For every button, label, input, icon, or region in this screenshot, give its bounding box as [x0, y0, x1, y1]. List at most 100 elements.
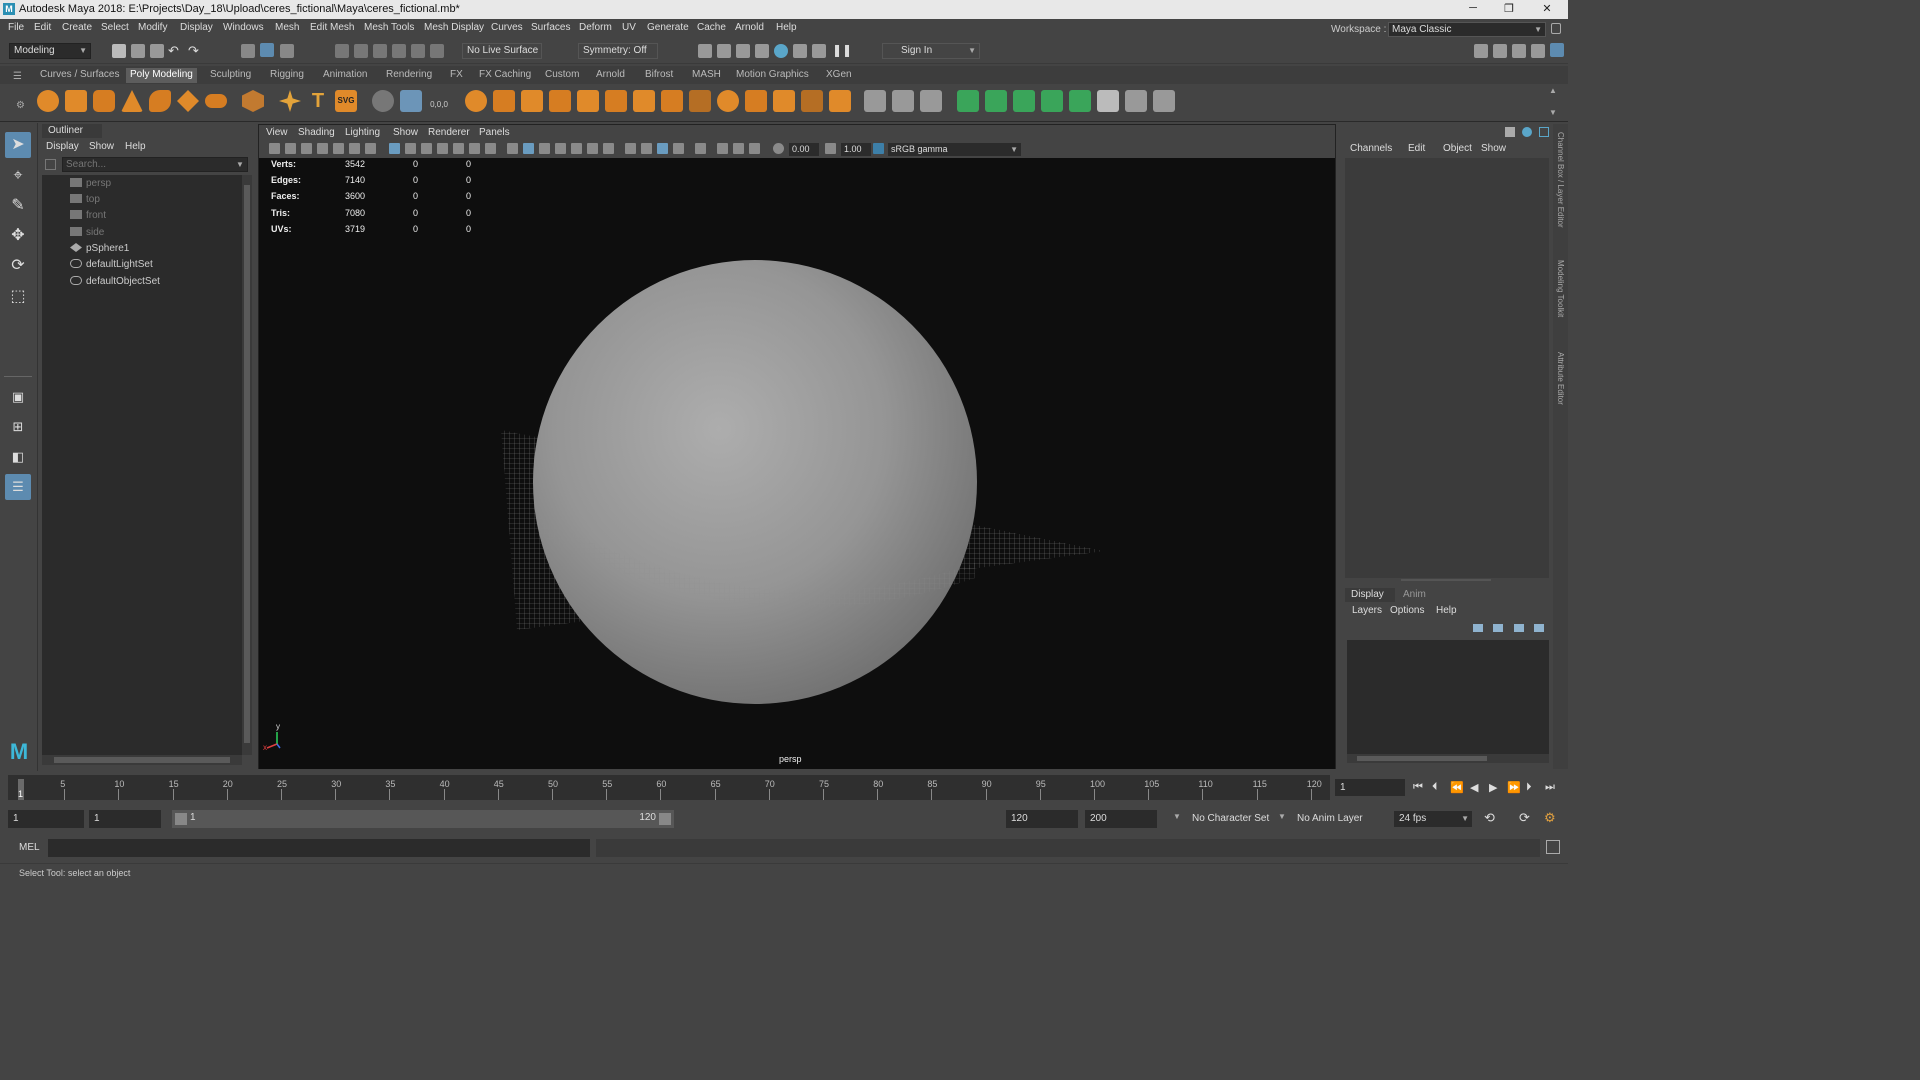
time-slider-track[interactable]: 1 5 10 15 20 25 30 35 40 45 50 55 60 65 70 75 80 85 90 95 1… — [8, 775, 1330, 800]
outliner-item-psphere1[interactable]: pSphere1 — [70, 241, 129, 256]
exposure-input[interactable]: 0.00 — [789, 143, 819, 156]
poly-torus-icon[interactable] — [149, 90, 171, 112]
outliner-item-persp[interactable]: persp — [70, 176, 111, 191]
attribute-toggle-icon[interactable] — [1522, 127, 1532, 137]
minimize-button[interactable]: ─ — [1458, 2, 1488, 17]
select-hierarchy-icon[interactable] — [241, 44, 255, 58]
menu-arnold[interactable]: Arnold — [735, 22, 764, 33]
svg-icon[interactable]: SVG — [335, 90, 357, 112]
menu-display[interactable]: Display — [180, 22, 213, 33]
chevron-down-icon[interactable]: ▼ — [236, 160, 244, 169]
step-forward-key-icon[interactable]: ⏩ — [1507, 781, 1521, 794]
poly-sphere-icon[interactable] — [37, 90, 59, 112]
camera-attributes-icon[interactable] — [301, 143, 312, 154]
scrollbar-thumb[interactable] — [54, 757, 230, 763]
bridge-icon[interactable] — [577, 90, 599, 112]
snap-pivot-icon[interactable] — [430, 44, 444, 58]
measure-icon[interactable] — [372, 90, 394, 112]
menu-generate[interactable]: Generate — [647, 22, 689, 33]
animation-start-input[interactable]: 1 — [8, 810, 84, 828]
symmetry-dropdown[interactable]: Symmetry: Off — [578, 43, 658, 59]
step-back-key-icon[interactable]: ⏪ — [1450, 781, 1464, 794]
layers-menu-options[interactable]: Options — [1390, 605, 1424, 616]
side-tab-channel-box[interactable]: Channel Box / Layer Editor — [1556, 132, 1565, 228]
platonic-solid-icon[interactable] — [242, 90, 264, 112]
select-camera-icon[interactable] — [269, 143, 280, 154]
character-set-label[interactable]: No Character Set — [1192, 813, 1269, 824]
scale-tool-icon[interactable]: ⬚ — [5, 284, 31, 310]
lights-icon[interactable] — [587, 143, 598, 154]
layer-list[interactable] — [1347, 640, 1549, 760]
outliner-item-front[interactable]: front — [70, 208, 106, 223]
shelf-tab-rigging[interactable]: Rigging — [270, 69, 304, 80]
shadows-icon[interactable] — [603, 143, 614, 154]
hypershade-icon[interactable] — [774, 44, 788, 58]
safe-action-icon[interactable] — [469, 143, 480, 154]
wireframe-on-shaded-icon[interactable] — [555, 143, 566, 154]
render-current-frame-icon[interactable] — [698, 44, 712, 58]
poly-cube-icon[interactable] — [65, 90, 87, 112]
chevron-down-icon[interactable]: ▼ — [1278, 812, 1286, 821]
viewport-menu-view[interactable]: View — [266, 127, 288, 138]
color-space-dropdown[interactable]: sRGB gamma ▼ — [888, 143, 1021, 156]
side-tab-attribute-editor[interactable]: Attribute Editor — [1556, 352, 1565, 405]
uv-cylindrical-icon[interactable] — [985, 90, 1007, 112]
combine-icon[interactable] — [465, 90, 487, 112]
channels-menu-show[interactable]: Show — [1481, 143, 1506, 154]
extrude-icon[interactable] — [549, 90, 571, 112]
layers-menu-help[interactable]: Help — [1436, 605, 1457, 616]
uv-planar-icon[interactable] — [957, 90, 979, 112]
shelf-tab-fx[interactable]: FX — [450, 69, 463, 80]
lock-icon[interactable] — [1551, 23, 1561, 34]
range-bar[interactable]: 1 120 — [172, 810, 674, 828]
command-input[interactable] — [48, 839, 590, 857]
depth-of-field-icon[interactable] — [673, 143, 684, 154]
textured-icon[interactable] — [571, 143, 582, 154]
menu-select[interactable]: Select — [101, 22, 129, 33]
render-view-icon[interactable] — [793, 44, 807, 58]
super-shape-icon[interactable] — [279, 90, 301, 112]
menu-cache[interactable]: Cache — [697, 22, 726, 33]
menu-deform[interactable]: Deform — [579, 22, 612, 33]
anim-layer-label[interactable]: No Anim Layer — [1297, 813, 1363, 824]
multi-cut-icon[interactable] — [689, 90, 711, 112]
four-view-layout-icon[interactable]: ⊞ — [5, 414, 31, 440]
panel-splitter[interactable] — [1401, 579, 1491, 581]
shelf-menu-icon[interactable]: ☰ — [13, 71, 22, 82]
shelf-tab-curves-surfaces[interactable]: Curves / Surfaces — [40, 69, 119, 80]
target-weld-icon[interactable] — [717, 90, 739, 112]
shelf-tab-motion-graphics[interactable]: Motion Graphics — [736, 69, 809, 80]
new-empty-layer-icon[interactable] — [1514, 624, 1524, 632]
outliner-layout-icon[interactable]: ☰ — [5, 474, 31, 500]
pause-icon[interactable]: ❚❚ — [832, 43, 852, 57]
select-tool-icon[interactable]: ➤ — [5, 132, 31, 158]
side-tab-modeling-toolkit[interactable]: Modeling Toolkit — [1556, 260, 1565, 317]
default-material-icon[interactable] — [539, 143, 550, 154]
paint-icon[interactable] — [920, 90, 942, 112]
poly-cone-icon[interactable] — [121, 90, 143, 112]
scrollbar-thumb[interactable] — [1357, 756, 1487, 761]
live-surface-field[interactable]: No Live Surface — [462, 43, 542, 59]
outliner-menu-display[interactable]: Display — [46, 141, 79, 152]
sign-in-button[interactable]: Sign In ▼ — [882, 43, 980, 59]
step-back-frame-icon[interactable]: ⏴ — [1432, 781, 1438, 794]
xray-joints-icon[interactable] — [733, 143, 744, 154]
image-plane-icon[interactable] — [333, 143, 344, 154]
snap-surface-icon[interactable] — [411, 44, 425, 58]
ipr-render-icon[interactable] — [736, 44, 750, 58]
attribute-editor-icon[interactable] — [1493, 44, 1507, 58]
xray-icon[interactable] — [717, 143, 728, 154]
mel-label[interactable]: MEL — [19, 842, 40, 853]
uv-spherical-icon[interactable] — [1013, 90, 1035, 112]
grid-icon[interactable] — [389, 143, 400, 154]
layer-horizontal-scrollbar[interactable] — [1347, 754, 1549, 763]
shelf-tab-custom[interactable]: Custom — [545, 69, 579, 80]
go-to-start-icon[interactable]: ⏮ — [1413, 781, 1423, 794]
close-button[interactable]: ✕ — [1532, 2, 1562, 17]
menu-windows[interactable]: Windows — [223, 22, 264, 33]
render-sequence-icon[interactable] — [717, 44, 731, 58]
playback-start-input[interactable]: 1 — [89, 810, 161, 828]
playback-end-input[interactable]: 120 — [1006, 810, 1078, 828]
connect-icon[interactable] — [745, 90, 767, 112]
color-management-icon[interactable] — [873, 143, 884, 154]
